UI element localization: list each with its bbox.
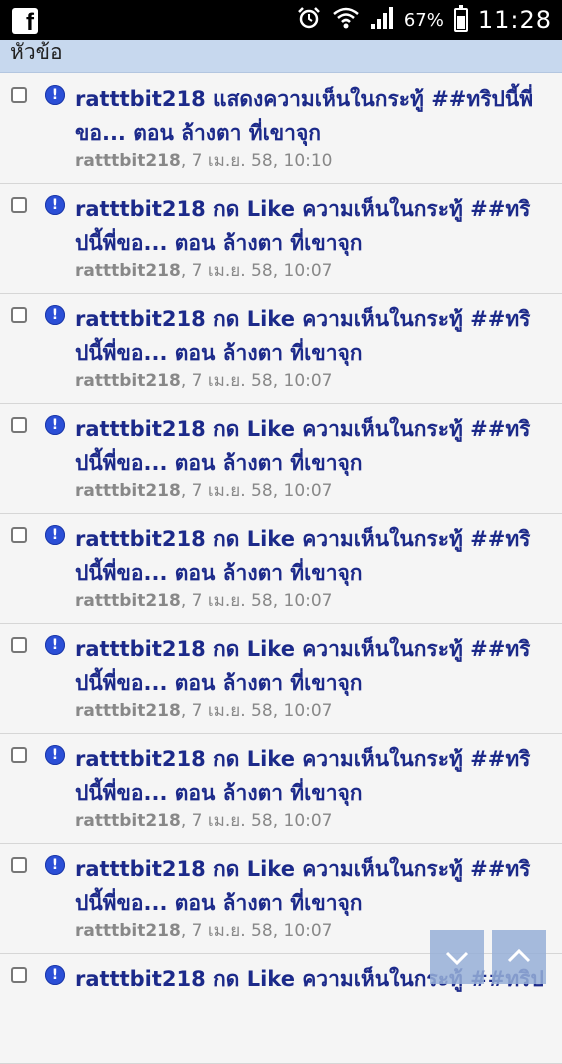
clock: 11:28 [477,6,552,34]
item-time: , 7 เม.ย. 58, 10:07 [180,261,333,281]
item-time: , 7 เม.ย. 58, 10:07 [180,371,333,391]
chevron-down-icon [445,951,469,966]
item-meta: ratttbit218, 7 เม.ย. 58, 10:07 [75,261,333,281]
item-author[interactable]: ratttbit218 [75,701,181,721]
item-author[interactable]: ratttbit218 [75,261,181,281]
item-title[interactable]: ratttbit218 กด Like ความเห็นในกระทู้ ##ท… [75,412,545,480]
item-author[interactable]: ratttbit218 [75,151,181,171]
alert-icon: ! [45,525,65,545]
item-checkbox[interactable] [11,197,27,213]
list-item[interactable]: ! ratttbit218 กด Like ความเห็นในกระทู้ ##… [0,404,562,514]
alert-icon: ! [45,635,65,655]
alert-icon: ! [45,195,65,215]
item-checkbox[interactable] [11,637,27,653]
item-author[interactable]: ratttbit218 [75,481,181,501]
item-time: , 7 เม.ย. 58, 10:07 [180,701,333,721]
item-checkbox[interactable] [11,87,27,103]
chevron-up-icon [507,948,531,963]
item-meta: ratttbit218, 7 เม.ย. 58, 10:07 [75,371,333,391]
item-time: , 7 เม.ย. 58, 10:07 [180,811,333,831]
battery-percent: 67% [403,9,444,31]
list-item[interactable]: ! ratttbit218 กด Like ความเห็นในกระทู้ ##… [0,734,562,844]
item-title[interactable]: ratttbit218 กด Like ความเห็นในกระทู้ ##ท… [75,302,545,370]
item-author[interactable]: ratttbit218 [75,371,181,391]
status-bar: f 67% 11:28 [0,0,562,40]
item-time: , 7 เม.ย. 58, 10:07 [180,481,333,501]
item-title[interactable]: ratttbit218 แสดงความเห็นในกระทู้ ##ทริปน… [75,82,545,150]
item-title[interactable]: ratttbit218 กด Like ความเห็นในกระทู้ ##ท… [75,742,545,810]
item-title[interactable]: ratttbit218 กด Like ความเห็นในกระทู้ ##ท… [75,632,545,700]
item-title[interactable]: ratttbit218 กด Like ความเห็นในกระทู้ ##ท… [75,852,545,920]
wifi-icon [332,6,360,34]
notification-list: ! ratttbit218 แสดงความเห็นในกระทู้ ##ทริป… [0,74,562,1064]
alert-icon: ! [45,415,65,435]
item-meta: ratttbit218, 7 เม.ย. 58, 10:07 [75,701,333,721]
item-title[interactable]: ratttbit218 กด Like ความเห็นในกระทู้ ##ท… [75,192,545,260]
alert-icon: ! [45,745,65,765]
list-item[interactable]: ! ratttbit218 กด Like ความเห็นในกระทู้ ##… [0,294,562,404]
list-item[interactable]: ! ratttbit218 กด Like ความเห็นในกระทู้ ##… [0,624,562,734]
item-checkbox[interactable] [11,527,27,543]
header-title: หัวข้อ [10,40,63,64]
list-item[interactable]: ! ratttbit218 แสดงความเห็นในกระทู้ ##ทริป… [0,74,562,184]
facebook-icon: f [12,8,38,34]
item-time: , 7 เม.ย. 58, 10:10 [180,151,333,171]
section-header: หัวข้อ [0,40,562,73]
list-item[interactable]: ! ratttbit218 กด Like ความเห็นในกระทู้ ##… [0,184,562,294]
alert-icon: ! [45,85,65,105]
item-time: , 7 เม.ย. 58, 10:07 [180,591,333,611]
item-checkbox[interactable] [11,307,27,323]
list-item[interactable]: ! ratttbit218 กด Like ความเห็นในกระทู้ ##… [0,514,562,624]
item-meta: ratttbit218, 7 เม.ย. 58, 10:07 [75,591,333,611]
signal-icon [370,6,394,34]
alert-icon: ! [45,855,65,875]
alert-icon: ! [45,305,65,325]
status-icons: 67% 11:28 [296,0,552,40]
item-author[interactable]: ratttbit218 [75,591,181,611]
battery-icon [453,5,468,32]
item-checkbox[interactable] [11,967,27,983]
alarm-icon [296,5,322,35]
item-author[interactable]: ratttbit218 [75,811,181,831]
item-checkbox[interactable] [11,747,27,763]
item-checkbox[interactable] [11,417,27,433]
item-meta: ratttbit218, 7 เม.ย. 58, 10:07 [75,811,333,831]
scroll-up-button[interactable] [492,930,546,984]
item-title[interactable]: ratttbit218 กด Like ความเห็นในกระทู้ ##ท… [75,522,545,590]
scroll-down-button[interactable] [430,930,484,984]
item-checkbox[interactable] [11,857,27,873]
alert-icon: ! [45,965,65,985]
item-meta: ratttbit218, 7 เม.ย. 58, 10:07 [75,481,333,501]
item-meta: ratttbit218, 7 เม.ย. 58, 10:10 [75,151,333,171]
item-time: , 7 เม.ย. 58, 10:07 [180,921,333,941]
item-meta: ratttbit218, 7 เม.ย. 58, 10:07 [75,921,333,941]
item-author[interactable]: ratttbit218 [75,921,181,941]
